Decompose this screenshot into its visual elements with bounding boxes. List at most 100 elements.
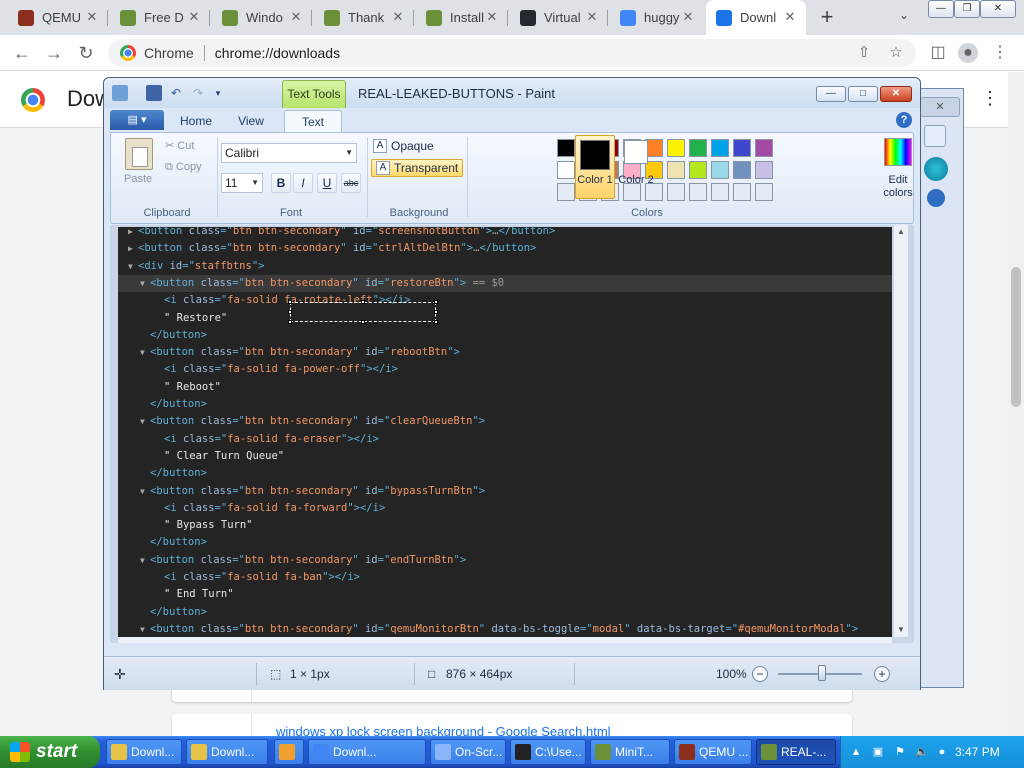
zoom-slider-thumb[interactable] <box>818 665 826 681</box>
resize-handle[interactable] <box>361 320 365 324</box>
share-icon[interactable]: ⇧ <box>854 43 874 63</box>
paint-minimize-button[interactable]: — <box>816 86 846 102</box>
canvas-image-devtools-elements[interactable]: ▼ <button class="btn btn-secondary" id="q… <box>118 227 892 637</box>
custom-color-slot[interactable] <box>711 183 729 201</box>
page-scrollbar[interactable] <box>1008 72 1024 736</box>
tab-huggy[interactable]: huggy ✕ <box>610 0 704 35</box>
background-window-close-button[interactable]: ✕ <box>920 97 960 117</box>
taskbar-button[interactable]: C:\Use... <box>510 739 586 765</box>
tab-close-icon[interactable]: ✕ <box>84 9 100 25</box>
tab-windows[interactable]: Windo ✕ <box>212 0 312 35</box>
custom-color-slot[interactable] <box>557 183 575 201</box>
save-icon[interactable] <box>146 85 162 101</box>
tray-expand-icon[interactable]: ▲ <box>849 745 863 759</box>
kebab-menu-icon[interactable]: ⋮ <box>990 43 1010 63</box>
color-1-button[interactable] <box>575 135 615 199</box>
palette-color-swatch[interactable] <box>755 139 773 157</box>
resize-handle[interactable] <box>288 310 292 314</box>
paste-icon[interactable] <box>125 138 153 170</box>
resize-handle[interactable] <box>288 320 292 324</box>
taskbar-button[interactable]: Downl... <box>186 739 268 765</box>
paint-menu-button[interactable]: ▤ ▾ <box>110 110 164 130</box>
forward-arrow-icon[interactable]: → <box>42 41 66 65</box>
paint-maximize-button[interactable]: □ <box>848 86 878 102</box>
undo-icon[interactable]: ↶ <box>168 85 184 101</box>
palette-color-swatch[interactable] <box>667 161 685 179</box>
help-icon[interactable] <box>927 189 945 207</box>
tab-close-icon[interactable]: ✕ <box>390 9 406 25</box>
tab-close-icon[interactable]: ✕ <box>782 9 798 25</box>
tab-downloads[interactable]: Downl ✕ <box>706 0 806 35</box>
tab-free-download[interactable]: Free D ✕ <box>110 0 210 35</box>
font-size-select[interactable]: 11 ▼ <box>221 173 263 193</box>
address-bar[interactable]: Chrome chrome://downloads ⇧ ☆ <box>108 39 916 67</box>
palette-color-swatch[interactable] <box>755 161 773 179</box>
resize-handle[interactable] <box>434 300 438 304</box>
taskbar-button[interactable]: On-Scr... <box>430 739 506 765</box>
color-2-swatch[interactable] <box>624 140 648 164</box>
redo-icon[interactable]: ↷ <box>190 85 206 101</box>
url-text[interactable]: chrome://downloads <box>215 45 340 61</box>
palette-color-swatch[interactable] <box>733 161 751 179</box>
tab-install[interactable]: Install ✕ <box>416 0 508 35</box>
cut-button[interactable]: ✂ Cut <box>165 139 194 152</box>
bookmark-star-icon[interactable]: ☆ <box>886 43 906 63</box>
tab-close-icon[interactable]: ✕ <box>584 9 600 25</box>
security-alert-icon[interactable]: ⚑ <box>893 745 907 759</box>
tab-text[interactable]: Text <box>284 110 342 132</box>
zoom-out-button[interactable]: − <box>752 666 768 682</box>
globe-icon[interactable] <box>924 157 948 181</box>
new-tab-button[interactable]: + <box>814 5 840 31</box>
zoom-in-button[interactable]: + <box>874 666 890 682</box>
resize-handle[interactable] <box>361 300 365 304</box>
custom-color-slot[interactable] <box>689 183 707 201</box>
minimize-window-button[interactable]: — <box>928 0 954 18</box>
tab-thanks[interactable]: Thank ✕ <box>314 0 414 35</box>
palette-color-swatch[interactable] <box>689 161 707 179</box>
network-icon[interactable]: ▣ <box>871 745 885 759</box>
taskbar-button[interactable]: MiniT... <box>590 739 670 765</box>
font-family-select[interactable]: Calibri ▼ <box>221 143 357 163</box>
edit-colors-button[interactable]: Edit colors <box>874 174 922 200</box>
canvas-vertical-scrollbar[interactable]: ▲ ▼ <box>894 225 908 637</box>
search-icon[interactable] <box>924 125 946 147</box>
taskbar-button[interactable]: Downl... <box>106 739 182 765</box>
palette-color-swatch[interactable] <box>557 161 575 179</box>
restore-window-button[interactable]: ❐ <box>954 0 980 18</box>
reload-icon[interactable]: ↻ <box>74 41 98 65</box>
close-window-button[interactable]: ✕ <box>980 0 1016 18</box>
tab-close-icon[interactable]: ✕ <box>186 9 202 25</box>
palette-color-swatch[interactable] <box>689 139 707 157</box>
palette-color-swatch[interactable] <box>557 139 575 157</box>
edit-colors-icon[interactable] <box>884 138 912 166</box>
scroll-down-arrow-icon[interactable]: ▼ <box>894 623 908 637</box>
resize-handle[interactable] <box>434 320 438 324</box>
tab-close-icon[interactable]: ✕ <box>484 9 500 25</box>
taskbar-button[interactable]: Downl... <box>308 739 426 765</box>
palette-color-swatch[interactable] <box>733 139 751 157</box>
taskbar-button[interactable] <box>274 739 304 765</box>
tab-home[interactable]: Home <box>174 110 218 132</box>
custom-color-slot[interactable] <box>667 183 685 201</box>
underline-button[interactable]: U <box>317 173 337 193</box>
palette-color-swatch[interactable] <box>667 139 685 157</box>
taskbar-button[interactable]: QEMU ... <box>674 739 752 765</box>
tab-close-icon[interactable]: ✕ <box>680 9 696 25</box>
opaque-option[interactable]: A Opaque <box>373 139 434 153</box>
transparent-option[interactable]: A Transparent <box>371 159 464 177</box>
start-button[interactable]: start <box>0 736 100 768</box>
palette-color-swatch[interactable] <box>711 139 729 157</box>
paste-button[interactable]: Paste <box>124 173 152 185</box>
resize-handle[interactable] <box>434 310 438 314</box>
custom-color-slot[interactable] <box>733 183 751 201</box>
paint-close-button[interactable]: ✕ <box>880 86 912 102</box>
help-icon[interactable]: ? <box>896 112 912 128</box>
volume-icon[interactable]: 🔈 <box>915 745 929 759</box>
italic-button[interactable]: I <box>293 173 313 193</box>
custom-color-slot[interactable] <box>755 183 773 201</box>
tab-virtual[interactable]: Virtual ✕ <box>510 0 608 35</box>
customize-qat-icon[interactable]: ▾ <box>210 85 226 101</box>
scrollbar-thumb[interactable] <box>1011 267 1021 407</box>
canvas-horizontal-scrollbar[interactable] <box>118 637 892 643</box>
back-arrow-icon[interactable]: ← <box>10 41 34 65</box>
